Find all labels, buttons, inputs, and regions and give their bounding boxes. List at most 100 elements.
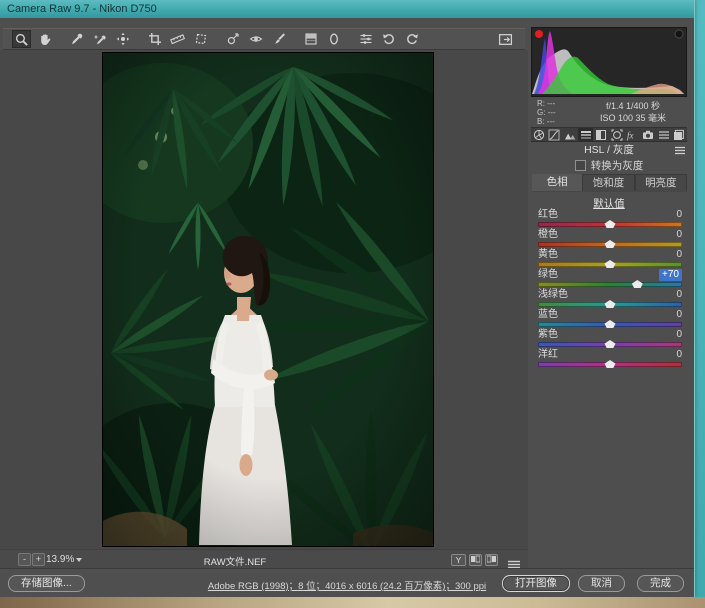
zoom-dropdown-arrow-icon[interactable] (76, 558, 82, 562)
tone-curve-panel-icon[interactable] (547, 128, 563, 141)
targeted-adjustment-tool-icon[interactable] (113, 30, 132, 48)
exposure-settings: f/1.4 1/400 秒 (579, 100, 687, 112)
effects-panel-icon[interactable]: fx (625, 128, 641, 141)
slider-track[interactable] (538, 342, 682, 347)
slider-track[interactable] (538, 302, 682, 307)
slider-track[interactable] (538, 362, 682, 367)
hue-slider-洋红: 洋红 0 (538, 349, 682, 369)
slider-label: 浅绿色 (538, 289, 568, 301)
white-balance-tool-icon[interactable] (67, 30, 86, 48)
fullscreen-toggle-icon[interactable] (496, 30, 515, 48)
slider-label: 红色 (538, 209, 558, 221)
graduated-filter-tool-icon[interactable] (301, 30, 320, 48)
slider-thumb[interactable] (605, 240, 616, 248)
slider-thumb[interactable] (605, 320, 616, 328)
slider-value[interactable]: 0 (676, 309, 682, 321)
photo[interactable] (102, 52, 434, 547)
exposure-info: f/1.4 1/400 秒 ISO 100 35 毫米 (579, 100, 687, 124)
slider-value[interactable]: 0 (676, 209, 682, 221)
slider-value[interactable]: 0 (676, 289, 682, 301)
crop-tool-icon[interactable] (145, 30, 164, 48)
hue-slider-蓝色: 蓝色 0 (538, 309, 682, 329)
slider-label: 洋红 (538, 349, 558, 361)
before-after-toggle-button[interactable]: Y (451, 554, 466, 566)
hue-slider-紫色: 紫色 0 (538, 329, 682, 349)
color-sampler-tool-icon[interactable] (90, 30, 109, 48)
rotate-left-icon[interactable] (379, 30, 398, 48)
slider-value[interactable]: 0 (676, 229, 682, 241)
histogram (531, 27, 687, 97)
slider-label: 橙色 (538, 229, 558, 241)
panel-menu-icon[interactable] (675, 146, 685, 159)
hand-tool-icon[interactable] (35, 30, 54, 48)
preferences-icon[interactable] (356, 30, 375, 48)
basic-panel-icon[interactable] (531, 128, 547, 141)
camera-calibration-panel-icon[interactable] (640, 128, 656, 141)
tab-hue[interactable]: 色相 (532, 174, 582, 191)
cancel-button[interactable]: 取消 (578, 575, 625, 592)
slider-thumb[interactable] (605, 220, 616, 228)
hue-sliders: 红色 0 橙色 0 黄色 0 绿色 +70 浅绿色 0 蓝色 (538, 209, 682, 369)
slider-value[interactable]: 0 (676, 249, 682, 261)
slider-label: 紫色 (538, 329, 558, 341)
filename: RAW文件.NEF (180, 554, 290, 568)
slider-track[interactable] (538, 262, 682, 267)
tab-saturation[interactable]: 饱和度 (582, 174, 634, 191)
slider-track[interactable] (538, 322, 682, 327)
hue-slider-橙色: 橙色 0 (538, 229, 682, 249)
zoom-out-button[interactable]: - (18, 553, 31, 566)
slider-thumb[interactable] (605, 300, 616, 308)
grayscale-option: 转换为灰度 (531, 159, 687, 172)
preview-status-bar: - + 13.9% RAW文件.NEF Y (0, 549, 528, 569)
shadow-clipping-indicator[interactable] (535, 30, 543, 38)
hue-slider-黄色: 黄色 0 (538, 249, 682, 269)
camera-raw-window: Camera Raw 9.7 - Nikon D750 R: --- G: --… (0, 0, 695, 597)
lens-corrections-panel-icon[interactable] (609, 128, 625, 141)
tab-luminance[interactable]: 明亮度 (635, 174, 687, 191)
slider-value[interactable]: 0 (676, 349, 682, 361)
slider-value[interactable]: 0 (676, 329, 682, 341)
bottom-action-bar: 存储图像... Adobe RGB (1998)；8 位；4016 x 6016… (0, 568, 694, 598)
detail-panel-icon[interactable] (562, 128, 578, 141)
hsl-grayscale-panel-icon[interactable] (578, 128, 594, 141)
red-eye-tool-icon[interactable] (246, 30, 265, 48)
window-title: Camera Raw 9.7 - Nikon D750 (7, 3, 157, 15)
swap-before-after-button[interactable] (469, 554, 482, 566)
snapshots-panel-icon[interactable] (671, 128, 687, 141)
open-image-button[interactable]: 打开图像 (502, 575, 570, 592)
svg-text:fx: fx (627, 130, 634, 140)
slider-label: 绿色 (538, 269, 558, 281)
hsl-tabs: 色相 饱和度 明亮度 (532, 174, 687, 192)
transform-tool-icon[interactable] (191, 30, 210, 48)
split-toning-panel-icon[interactable] (593, 128, 609, 141)
slider-thumb[interactable] (605, 360, 616, 368)
slider-thumb[interactable] (605, 340, 616, 348)
presets-panel-icon[interactable] (656, 128, 672, 141)
zoom-in-button[interactable]: + (32, 553, 45, 566)
highlight-clipping-indicator[interactable] (675, 30, 683, 38)
slider-track[interactable] (538, 282, 682, 287)
hue-slider-绿色: 绿色 +70 (538, 269, 682, 289)
straighten-tool-icon[interactable] (168, 30, 187, 48)
slider-thumb[interactable] (605, 260, 616, 268)
image-preview-area (0, 50, 528, 549)
adjustment-brush-tool-icon[interactable] (269, 30, 288, 48)
convert-grayscale-checkbox[interactable] (575, 160, 586, 171)
zoom-tool-icon[interactable] (12, 30, 31, 48)
spot-removal-tool-icon[interactable] (223, 30, 242, 48)
radial-filter-tool-icon[interactable] (324, 30, 343, 48)
done-button[interactable]: 完成 (637, 575, 684, 592)
slider-track[interactable] (538, 222, 682, 227)
slider-label: 蓝色 (538, 309, 558, 321)
rotate-right-icon[interactable] (402, 30, 421, 48)
iso-focal-length: ISO 100 35 毫米 (579, 112, 687, 124)
slider-thumb[interactable] (632, 280, 643, 288)
histogram-info: R: --- G: --- B: --- f/1.4 1/400 秒 ISO 1… (531, 99, 687, 126)
slider-track[interactable] (538, 242, 682, 247)
panel-title: HSL / 灰度 (584, 144, 634, 156)
zoom-level[interactable]: 13.9% (46, 554, 74, 565)
slider-value[interactable]: +70 (659, 269, 682, 281)
hue-slider-红色: 红色 0 (538, 209, 682, 229)
panel-header: HSL / 灰度 (531, 144, 687, 157)
copy-settings-button[interactable] (485, 554, 498, 566)
